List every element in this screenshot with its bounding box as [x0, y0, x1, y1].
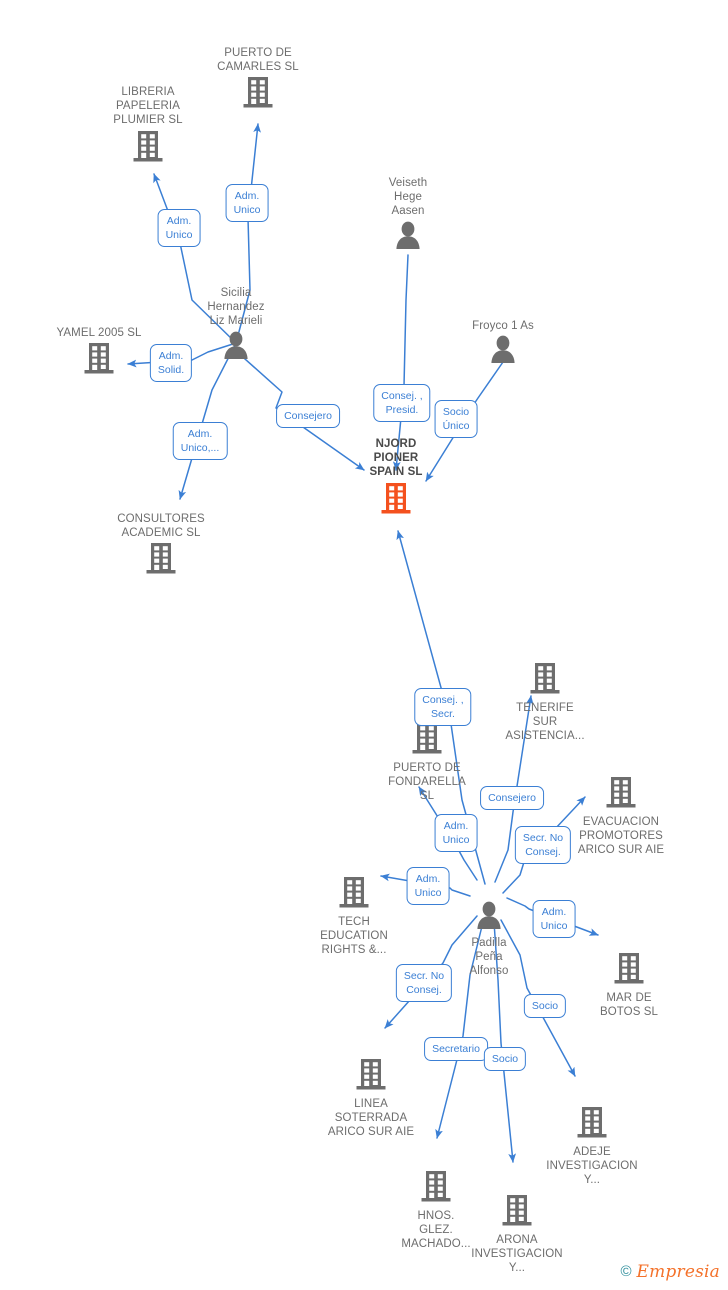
- node-label: Froyco 1 As: [472, 320, 534, 332]
- node-label: ADEJE INVESTIGACION Y...: [546, 1146, 638, 1187]
- relation-label-padilla-njord[interactable]: Consej. , Secr.: [414, 688, 472, 726]
- relation-label-sicilia-consultores[interactable]: Adm. Unico,...: [172, 422, 228, 460]
- copyright-icon: ©: [620, 1263, 632, 1280]
- relation-label-sicilia-libreria[interactable]: Adm. Unico: [157, 209, 201, 247]
- relation-label-padilla-tech_education[interactable]: Adm. Unico: [406, 867, 450, 905]
- relation-label-padilla-linea_soterrada[interactable]: Secr. No Consej.: [395, 964, 453, 1002]
- node-label: ARONA INVESTIGACION Y...: [471, 1234, 563, 1275]
- person-icon: [333, 221, 483, 254]
- empresia-watermark: © Empresia: [620, 1262, 720, 1282]
- building-icon: [321, 482, 471, 519]
- relation-label-padilla-mar_botos[interactable]: Adm. Unico: [532, 900, 576, 938]
- node-consultores[interactable]: CONSULTORES ACADEMIC SL: [86, 512, 236, 579]
- node-label: TECH EDUCATION RIGHTS &...: [320, 916, 388, 957]
- building-icon: [554, 952, 704, 989]
- relation-label-padilla-tenerife_sur[interactable]: Consejero: [480, 786, 544, 810]
- corporate-network-diagram: PUERTO DE CAMARLES SL LIBRERIA PAPELERIA …: [0, 0, 728, 1290]
- node-froyco[interactable]: Froyco 1 As: [428, 319, 578, 368]
- node-label: CONSULTORES ACADEMIC SL: [117, 513, 205, 540]
- building-icon: [86, 542, 236, 579]
- person-icon: [428, 335, 578, 368]
- node-label: NJORD PIONER SPAIN SL: [369, 438, 423, 479]
- node-mar_botos[interactable]: MAR DE BOTOS SL: [554, 952, 704, 1019]
- building-icon: [73, 130, 223, 167]
- relation-label-sicilia-njord[interactable]: Consejero: [276, 404, 340, 428]
- relation-label-froyco-njord[interactable]: Socio Único: [434, 400, 478, 438]
- relation-label-sicilia-puerto_camarles[interactable]: Adm. Unico: [225, 184, 269, 222]
- node-njord[interactable]: NJORD PIONER SPAIN SL: [321, 437, 471, 519]
- node-label: LIBRERIA PAPELERIA PLUMIER SL: [113, 86, 183, 127]
- node-adeje[interactable]: ADEJE INVESTIGACION Y...: [517, 1106, 667, 1188]
- building-icon: [517, 1106, 667, 1143]
- node-linea_soterrada[interactable]: LINEA SOTERRADA ARICO SUR AIE: [296, 1058, 446, 1140]
- node-label: LINEA SOTERRADA ARICO SUR AIE: [327, 1098, 415, 1139]
- node-libreria[interactable]: LIBRERIA PAPELERIA PLUMIER SL: [73, 85, 223, 167]
- building-icon: [442, 1194, 592, 1231]
- node-arona[interactable]: ARONA INVESTIGACION Y...: [442, 1194, 592, 1276]
- node-label: Sicilia Hernandez Liz Marieli: [207, 287, 265, 328]
- relation-label-padilla-evacuacion[interactable]: Secr. No Consej.: [514, 826, 572, 864]
- relation-label-padilla-hnos_glez[interactable]: Secretario: [424, 1037, 488, 1061]
- node-label: YAMEL 2005 SL: [56, 327, 142, 339]
- building-icon: [546, 776, 696, 813]
- relation-label-padilla-arona[interactable]: Socio: [483, 1047, 527, 1071]
- relation-label-sicilia-yamel[interactable]: Adm. Solid.: [149, 344, 193, 382]
- node-label: PUERTO DE CAMARLES SL: [217, 47, 299, 74]
- relation-label-padilla-adeje[interactable]: Socio: [523, 994, 567, 1018]
- relation-label-padilla-puerto_fondarella[interactable]: Adm. Unico: [434, 814, 478, 852]
- node-veiseth[interactable]: Veiseth Hege Aasen: [333, 176, 483, 254]
- relation-label-veiseth-njord[interactable]: Consej. , Presid.: [373, 384, 431, 422]
- node-label: Veiseth Hege Aasen: [388, 177, 428, 218]
- node-label: MAR DE BOTOS SL: [599, 992, 659, 1019]
- building-icon: [470, 662, 620, 699]
- building-icon: [296, 1058, 446, 1095]
- empresia-wordmark: Empresia: [636, 1262, 720, 1282]
- building-icon: [352, 722, 502, 759]
